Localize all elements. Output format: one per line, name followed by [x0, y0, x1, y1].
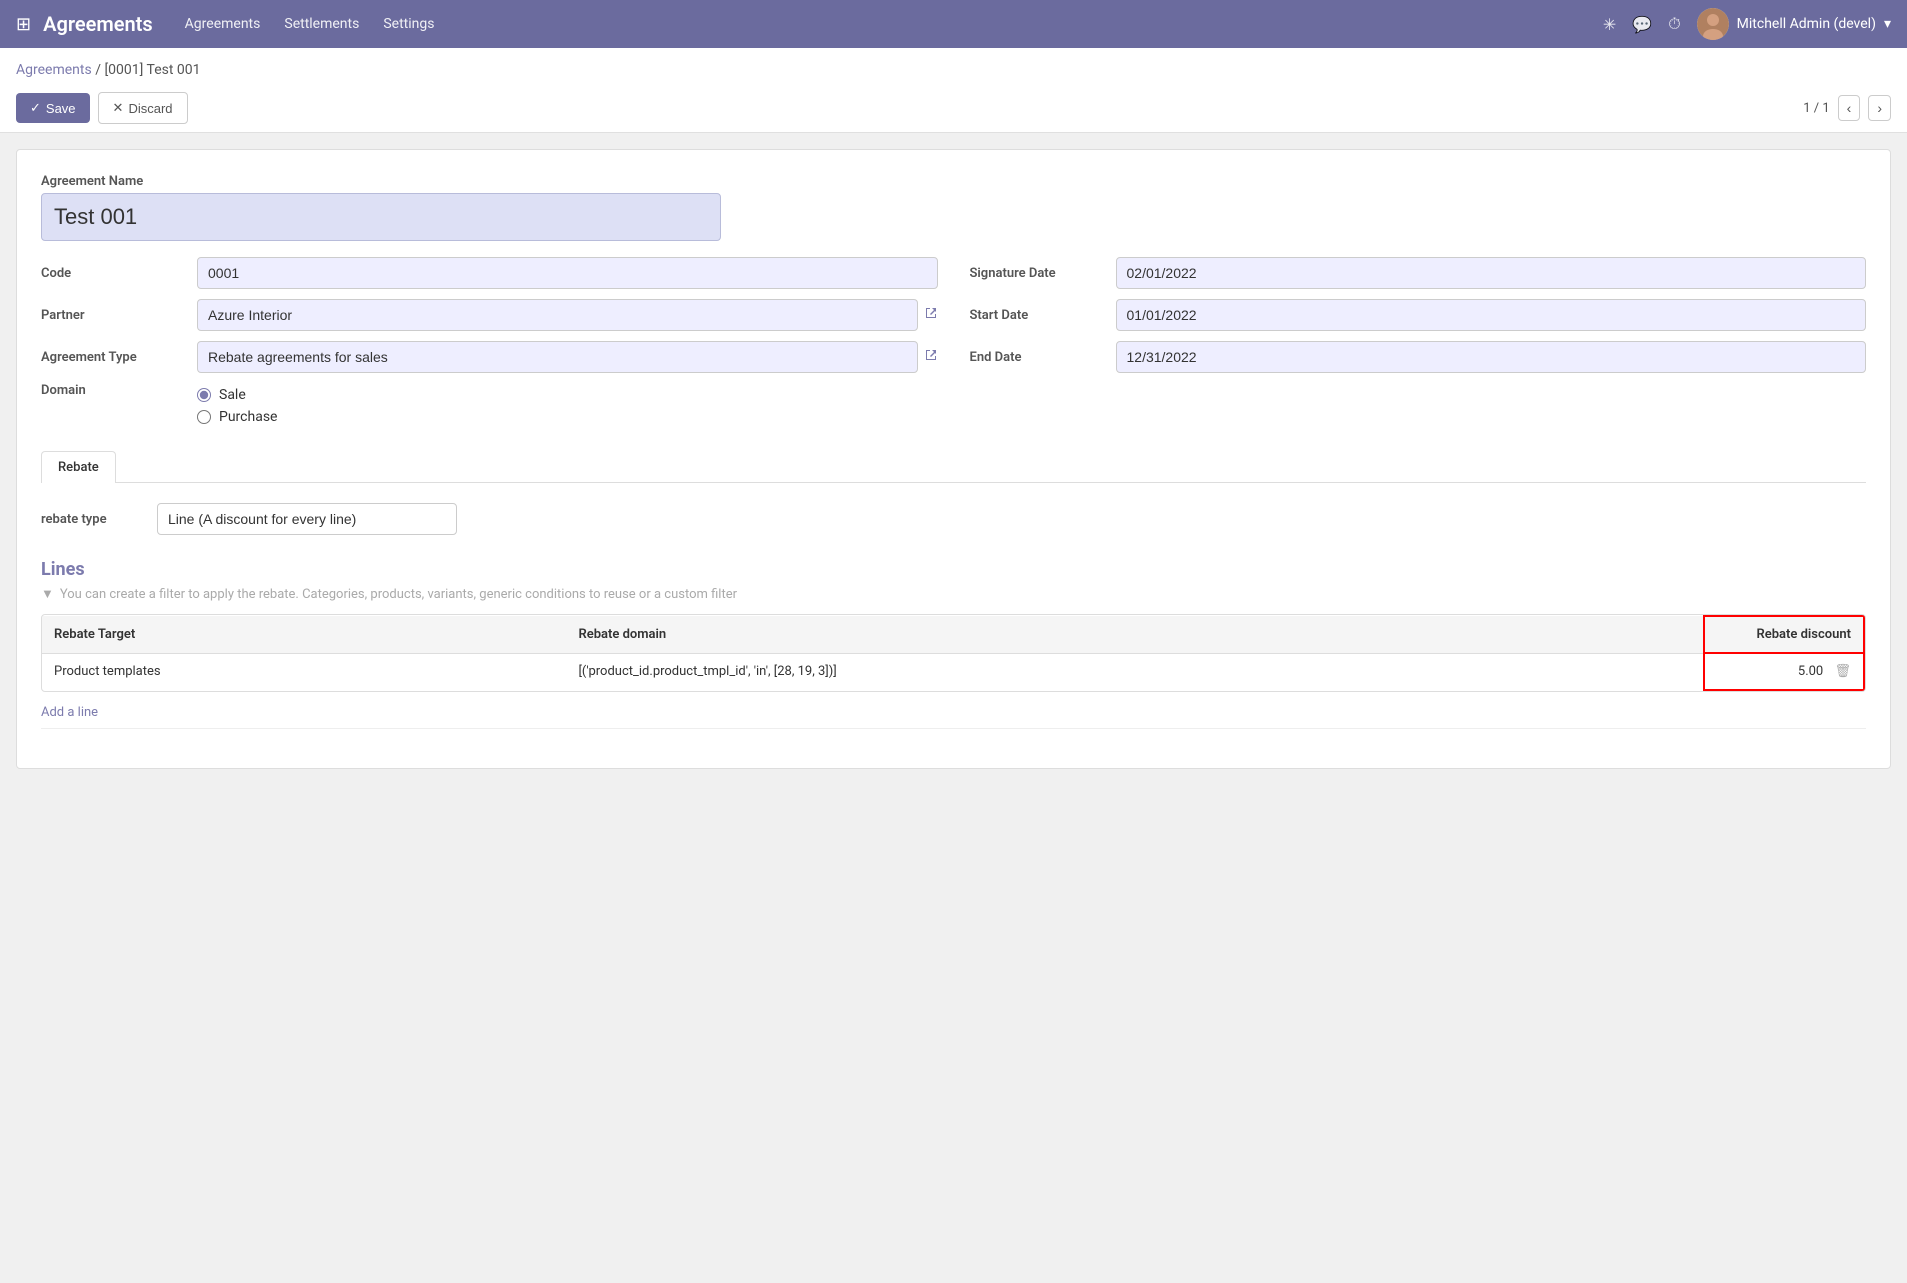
table-row: Product templates [('product_id.product_… [42, 653, 1864, 690]
col-rebate-discount: Rebate discount [1704, 616, 1864, 653]
domain-sale-radio[interactable] [197, 388, 211, 402]
breadcrumb: Agreements / [0001] Test 001 [16, 56, 1891, 84]
nav-links: Agreements Settlements Settings [185, 16, 1603, 32]
add-line-link[interactable]: Add a line [41, 705, 98, 720]
pager-count: 1 / 1 [1803, 101, 1829, 116]
start-date-input[interactable] [1116, 299, 1867, 331]
tab-bar: Rebate [41, 451, 1866, 483]
end-date-label: End Date [970, 350, 1100, 365]
col-rebate-domain: Rebate domain [566, 616, 1704, 653]
breadcrumb-parent[interactable]: Agreements [16, 62, 92, 78]
pager: 1 / 1 ‹ › [1803, 95, 1891, 121]
form-right: Signature Date Start Date End Date [970, 257, 1867, 435]
code-input[interactable] [197, 257, 938, 289]
row-discount: 5.00 🗑 [1704, 653, 1864, 690]
start-date-label: Start Date [970, 308, 1100, 323]
scroll-area [41, 728, 1866, 744]
bug-icon[interactable]: ✳ [1603, 15, 1616, 34]
partner-select[interactable]: Azure Interior [197, 299, 918, 331]
user-name: Mitchell Admin (devel) [1737, 16, 1876, 32]
pager-prev[interactable]: ‹ [1838, 95, 1861, 121]
lines-title: Lines [41, 559, 1866, 580]
lines-section: Lines ▼ You can create a filter to apply… [41, 559, 1866, 720]
lines-hint-text: You can create a filter to apply the reb… [60, 587, 737, 602]
domain-purchase-option[interactable]: Purchase [197, 409, 938, 425]
topnav: ⊞ Agreements Agreements Settlements Sett… [0, 0, 1907, 48]
save-button[interactable]: ✓ Save [16, 93, 90, 123]
domain-purchase-radio[interactable] [197, 410, 211, 424]
user-dropdown-icon: ▾ [1884, 16, 1891, 32]
breadcrumb-current: [0001] Test 001 [104, 62, 200, 78]
x-icon: ✕ [113, 100, 124, 116]
tab-rebate[interactable]: Rebate [41, 451, 116, 483]
checkmark-icon: ✓ [30, 100, 41, 116]
nav-settlements[interactable]: Settlements [284, 16, 359, 32]
agreement-name-input[interactable] [41, 193, 721, 241]
form-left: Code Partner Azure Interior [41, 257, 938, 435]
filter-icon: ▼ [41, 586, 54, 602]
col-rebate-target: Rebate Target [42, 616, 566, 653]
agreement-name-group: Agreement Name [41, 174, 1866, 241]
domain-radio-group: Sale Purchase [197, 383, 938, 425]
domain-label: Domain [41, 383, 181, 398]
rebate-type-select[interactable]: Line (A discount for every line) Global … [157, 503, 457, 535]
partner-field-row: Azure Interior [197, 299, 938, 331]
lines-hint: ▼ You can create a filter to apply the r… [41, 586, 1866, 602]
clock-icon[interactable]: ⏱ [1668, 14, 1680, 34]
rebate-type-label: rebate type [41, 512, 141, 527]
end-date-input[interactable] [1116, 341, 1867, 373]
partner-external-link-icon[interactable] [924, 306, 938, 324]
topnav-right: ✳ 💬 ⏱ Mitchell Admin (devel) ▾ [1603, 8, 1891, 40]
form-card: Agreement Name Code Partner Azure Interi… [16, 149, 1891, 769]
nav-settings[interactable]: Settings [383, 16, 434, 32]
chat-icon[interactable]: 💬 [1632, 15, 1652, 34]
toolbar: ✓ Save ✕ Discard 1 / 1 ‹ › [16, 84, 1891, 132]
delete-row-icon[interactable]: 🗑 [1834, 664, 1851, 679]
discard-button[interactable]: ✕ Discard [98, 92, 188, 124]
main-content: Agreement Name Code Partner Azure Interi… [0, 133, 1907, 785]
user-menu[interactable]: Mitchell Admin (devel) ▾ [1697, 8, 1891, 40]
lines-table-container: Rebate Target Rebate domain Rebate disco… [41, 614, 1866, 692]
app-title: Agreements [43, 12, 153, 36]
code-label: Code [41, 266, 181, 281]
form-two-col: Code Partner Azure Interior [41, 257, 1866, 435]
grid-icon[interactable]: ⊞ [16, 14, 31, 35]
rebate-type-row: rebate type Line (A discount for every l… [41, 503, 1866, 535]
agreement-type-external-link-icon[interactable] [924, 348, 938, 366]
avatar [1697, 8, 1729, 40]
partner-label: Partner [41, 308, 181, 323]
row-target: Product templates [42, 653, 566, 690]
domain-sale-label: Sale [219, 387, 246, 403]
domain-purchase-label: Purchase [219, 409, 277, 425]
pager-next[interactable]: › [1868, 95, 1891, 121]
agreement-type-select[interactable]: Rebate agreements for sales [197, 341, 918, 373]
signature-date-label: Signature Date [970, 266, 1100, 281]
nav-agreements[interactable]: Agreements [185, 16, 261, 32]
agreement-name-label: Agreement Name [41, 174, 1866, 189]
page-header: Agreements / [0001] Test 001 ✓ Save ✕ Di… [0, 48, 1907, 133]
row-domain: [('product_id.product_tmpl_id', 'in', [2… [566, 653, 1704, 690]
lines-table: Rebate Target Rebate domain Rebate disco… [42, 615, 1865, 691]
signature-date-input[interactable] [1116, 257, 1867, 289]
domain-sale-option[interactable]: Sale [197, 387, 938, 403]
agreement-type-label: Agreement Type [41, 350, 181, 365]
